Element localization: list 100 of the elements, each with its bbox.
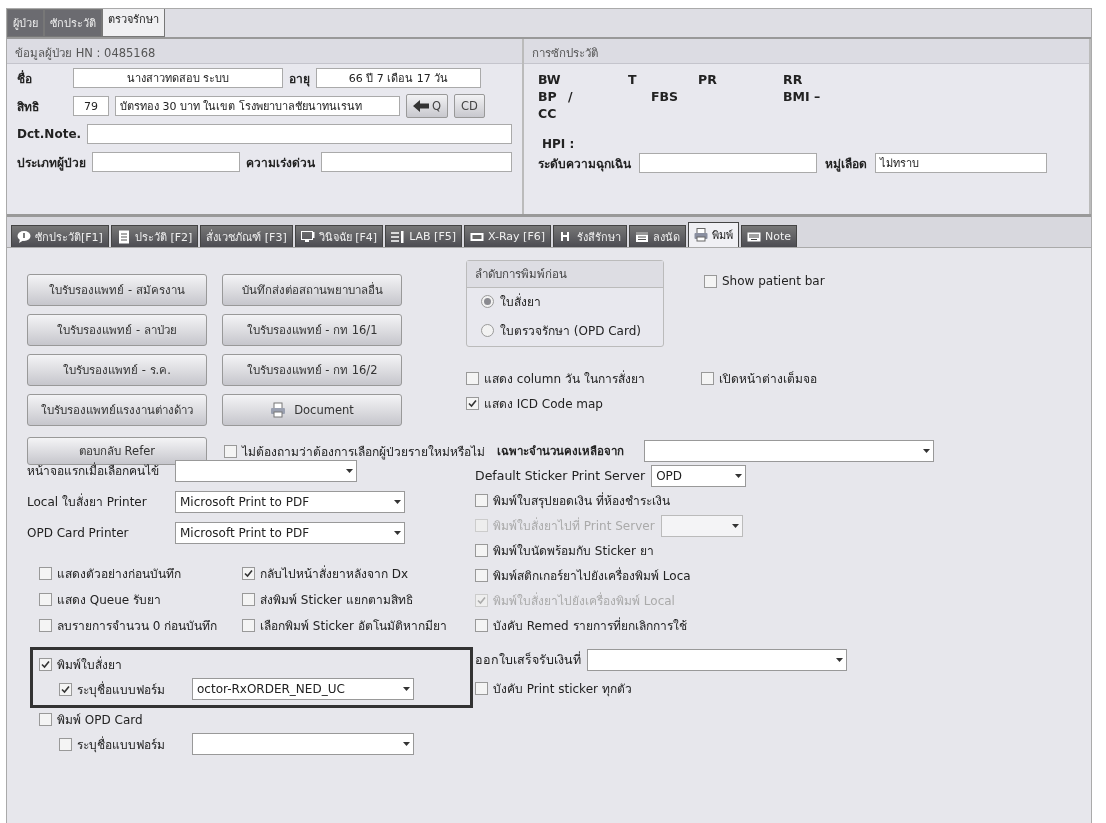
checkbox-label: ระบุชื่อแบบฟอร์ม	[77, 735, 165, 754]
print-button[interactable]: ใบรับรองแพทย์ - ลาป่วย	[27, 314, 207, 346]
tab[interactable]: ซักประวัติ[F1]	[11, 225, 109, 247]
checkbox-label: พิมพ์ใบสรุปยอดเงิน ที่ห้องชำระเงิน	[493, 491, 670, 510]
panel-title: ข้อมูลผู้ป่วย HN : 0485168	[7, 39, 522, 64]
tab[interactable]: ตรวจรักษา	[102, 9, 165, 37]
checkbox[interactable]	[475, 544, 488, 557]
tab[interactable]: ประวัติ [F2]	[110, 225, 199, 247]
dropdown[interactable]: Microsoft Print to PDF	[175, 521, 405, 544]
checkbox-label: แสดง Queue รับยา	[57, 592, 162, 609]
dropdown[interactable]	[587, 649, 847, 671]
checkbox-label: พิมพ์สติกเกอร์ยาไปยังเครื่องพิมพ์ Loca	[493, 566, 691, 585]
radio-button[interactable]	[481, 295, 494, 308]
checkbox[interactable]	[39, 658, 52, 671]
dropdown[interactable]	[192, 733, 414, 755]
checkbox-label: ไม่ต้องถามว่าต้องการเลือกผู้ป่วยรายใหม่หรือไม่	[242, 443, 485, 461]
caret-icon	[403, 742, 410, 746]
q-button[interactable]: Q	[406, 94, 449, 118]
dropdown[interactable]: octor-RxORDER_NED_UC	[192, 678, 414, 700]
print-button[interactable]: ใบรับรองแพทย์ - กท 16/2	[222, 354, 402, 386]
tab[interactable]: สั่งเวชภัณฑ์ [F3]	[200, 225, 293, 247]
checkbox[interactable]	[39, 567, 52, 580]
checkbox[interactable]	[39, 593, 52, 606]
checkbox-label: กลับไปหน้าสั่งยาหลังจาก Dx	[260, 564, 409, 583]
checkbox[interactable]	[475, 619, 488, 632]
printer-icon	[270, 402, 287, 418]
dropdown[interactable]	[175, 459, 357, 482]
vital-label: RR	[783, 72, 803, 89]
checkbox[interactable]	[701, 372, 714, 385]
checkbox-label: แสดง ICD Code map	[484, 396, 603, 413]
field-label: ชื่อ	[17, 69, 33, 88]
field-label: ความเร่งด่วน	[246, 154, 315, 172]
checkbox[interactable]	[475, 682, 488, 695]
checkbox[interactable]	[704, 274, 717, 288]
blood-group-field[interactable]: ไม่ทราบ	[875, 153, 1047, 173]
tab[interactable]: ลงนัด	[629, 225, 686, 247]
checkbox[interactable]	[59, 737, 72, 751]
monitor-icon	[300, 229, 315, 244]
checkbox[interactable]	[39, 619, 52, 632]
checkbox-label: เลือกพิมพ์ Sticker อัตโนมัติหากมียา	[260, 618, 447, 635]
checkbox[interactable]	[242, 567, 255, 580]
checkbox-label: ลบรายการจำนวน 0 ก่อนบันทึก	[57, 618, 218, 635]
radio-button[interactable]	[481, 324, 494, 337]
list-icon	[391, 229, 406, 244]
emergency-field[interactable]	[639, 153, 817, 173]
tab[interactable]: วินิจฉัย [F4]	[294, 225, 384, 247]
print-button[interactable]: ใบรับรองแพทย์ - ร.ค.	[27, 354, 207, 386]
urgency-field[interactable]	[321, 152, 512, 172]
checkbox[interactable]	[224, 444, 237, 458]
tab[interactable]: LAB [F5]	[385, 225, 462, 247]
print-button[interactable]: บันทึกส่งต่อสถานพยาบาลอื่น	[222, 274, 402, 306]
tab[interactable]: ผู้ป่วย	[7, 9, 44, 37]
type-field[interactable]	[92, 152, 240, 172]
caret-icon	[346, 468, 353, 473]
tab[interactable]: รังสีรักษา	[553, 225, 627, 247]
checkbox-label: พิมพ์ใบสั่งยา	[57, 655, 122, 674]
tab[interactable]: Note	[741, 225, 798, 247]
checkbox-label: แสดงตัวอย่างก่อนบันทึก	[57, 566, 181, 583]
checkbox-label: แสดง column วัน ในการสั่งยา	[484, 369, 645, 388]
checkbox-label: บังคับ Remed รายการที่ยกเลิกการใช้	[493, 616, 687, 635]
field-label: ระดับความฉุกเฉิน	[538, 155, 631, 173]
note-field[interactable]	[87, 124, 512, 144]
vital-label: BMI –	[783, 89, 821, 106]
tab[interactable]: X-Ray [F6]	[464, 225, 551, 247]
checkbox[interactable]	[242, 593, 255, 606]
tab[interactable]: ซักประวัติ	[44, 9, 102, 37]
age-field[interactable]: 66 ปี 7 เดือน 17 วัน	[316, 68, 481, 88]
checkbox[interactable]	[466, 397, 479, 410]
checkbox-label: เปิดหน้าต่างเต็มจอ	[719, 370, 817, 388]
document-icon	[116, 229, 131, 244]
checkbox[interactable]	[475, 569, 488, 582]
group-title: ลำดับการพิมพ์ก่อน	[467, 261, 663, 288]
cd-button[interactable]: CD	[454, 94, 485, 118]
rights-field[interactable]: บัตรทอง 30 บาท ในเขต โรงพยาบาลชัยนาทนเรนท	[115, 96, 400, 116]
code-field[interactable]: 79	[73, 96, 109, 116]
checkbox-label: พิมพ์ใบสั่งยาไปที่ Print Server	[493, 516, 655, 535]
print-button[interactable]: ใบรับรองแพทย์แรงงานต่างด้าว	[27, 394, 207, 426]
checkbox[interactable]	[466, 372, 479, 385]
name-field[interactable]: นางสาวทดสอบ ระบบ	[73, 68, 283, 88]
checkbox[interactable]	[242, 619, 255, 632]
checkbox[interactable]	[475, 494, 488, 507]
checkbox[interactable]	[59, 682, 72, 696]
field-label: Local ใบสั่งยา Printer	[27, 492, 148, 511]
tab[interactable]: พิมพ์	[688, 222, 739, 247]
hpi-label: HPI :	[541, 136, 576, 151]
panel-title: การซักประวัติ	[524, 39, 1089, 64]
print-button[interactable]: Document	[222, 394, 402, 426]
dropdown[interactable]	[644, 440, 934, 462]
checkbox-label: พิมพ์ OPD Card	[57, 712, 143, 729]
print-button[interactable]: ใบรับรองแพทย์ - สมัครงาน	[27, 274, 207, 306]
caret-icon	[394, 499, 401, 504]
vital-label: BW	[538, 72, 562, 89]
arrow-left-icon	[413, 100, 429, 112]
checkbox-label: พิมพ์ใบนัดพร้อมกับ Sticker ยา	[493, 543, 654, 560]
dropdown[interactable]: OPD	[651, 464, 747, 487]
checkbox[interactable]	[39, 713, 52, 726]
print-button[interactable]: ใบรับรองแพทย์ - กท 16/1	[222, 314, 402, 346]
field-label: สิทธิ	[17, 98, 40, 116]
dropdown[interactable]: Microsoft Print to PDF	[175, 490, 405, 513]
checkbox-label: บังคับ Print sticker ทุกตัว	[493, 681, 632, 698]
